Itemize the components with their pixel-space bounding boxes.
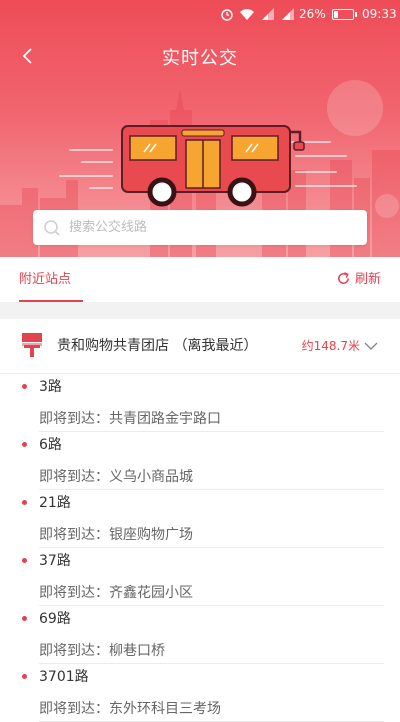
- route-item[interactable]: 6路 即将到达：义乌小商品城: [0, 432, 400, 490]
- arrival-label: 即将到达：: [39, 701, 109, 717]
- search-icon: [44, 220, 60, 236]
- next-stop: 东外环科目三考场: [109, 701, 221, 717]
- next-stop: 齐鑫花园小区: [109, 585, 193, 601]
- arrival-info: 即将到达：柳巷口桥: [39, 640, 165, 660]
- route-number: 3路: [39, 379, 62, 395]
- search-bar[interactable]: [33, 210, 367, 245]
- route-list: 3路 即将到达：共青团路金宇路口 6路 即将到达：义乌小商品城 21路 即将到达…: [0, 374, 400, 722]
- arrival-info: 即将到达：齐鑫花园小区: [39, 582, 193, 602]
- route-number: 6路: [39, 437, 62, 453]
- route-bullet: [22, 616, 27, 621]
- next-stop: 共青团路金宇路口: [109, 411, 221, 427]
- bus-stop-sign-icon: [22, 333, 42, 357]
- station-distance: 约148.7米: [301, 339, 360, 353]
- status-bar: 26% 09:33: [0, 0, 400, 30]
- arrival-label: 即将到达：: [39, 411, 109, 427]
- battery-percent: 26%: [299, 7, 326, 21]
- header-banner: 26% 09:33 实时公交: [0, 0, 400, 257]
- signal-icon: [262, 8, 274, 20]
- route-bullet: [22, 384, 27, 389]
- clock-time: 09:33: [362, 7, 397, 21]
- battery-icon: [332, 9, 357, 20]
- arrival-label: 即将到达：: [39, 527, 109, 543]
- next-stop: 银座购物广场: [109, 527, 193, 543]
- next-stop: 义乌小商品城: [109, 469, 193, 485]
- route-item[interactable]: 69路 即将到达：柳巷口桥: [0, 606, 400, 664]
- arrival-label: 即将到达：: [39, 585, 109, 601]
- arrival-info: 即将到达：义乌小商品城: [39, 466, 193, 486]
- tab-bar: 附近站点 刷新: [0, 257, 400, 302]
- route-bullet: [22, 442, 27, 447]
- route-bullet: [22, 500, 27, 505]
- arrival-info: 即将到达：共青团路金宇路口: [39, 408, 221, 428]
- next-stop: 柳巷口桥: [109, 643, 165, 659]
- page-title: 实时公交: [162, 48, 238, 69]
- arrival-label: 即将到达：: [39, 469, 109, 485]
- route-item[interactable]: 21路 即将到达：银座购物广场: [0, 490, 400, 548]
- route-number: 69路: [39, 611, 71, 627]
- battery-level: [334, 11, 338, 18]
- arrival-info: 即将到达：银座购物广场: [39, 524, 193, 544]
- tab-nearby-stations[interactable]: 附近站点: [19, 257, 71, 302]
- chevron-down-icon[interactable]: [364, 339, 378, 353]
- route-bullet: [22, 674, 27, 679]
- station-name: 贵和购物共青团店 （离我最近）: [57, 338, 258, 354]
- search-input[interactable]: [69, 210, 359, 245]
- signal-icon: [282, 8, 294, 20]
- route-number: 37路: [39, 553, 71, 569]
- station-row[interactable]: 贵和购物共青团店 （离我最近） 约148.7米: [0, 319, 400, 374]
- bus-illustration: [121, 125, 305, 207]
- refresh-icon: [338, 272, 349, 284]
- alarm-icon: [221, 9, 233, 21]
- route-number: 21路: [39, 495, 71, 511]
- arrival-label: 即将到达：: [39, 643, 109, 659]
- route-item[interactable]: 3路 即将到达：共青团路金宇路口: [0, 374, 400, 432]
- route-number: 3701路: [39, 669, 89, 685]
- route-bullet: [22, 558, 27, 563]
- refresh-label: 刷新: [354, 272, 381, 287]
- refresh-button[interactable]: 刷新: [336, 257, 381, 302]
- route-item[interactable]: 3701路 即将到达：东外环科目三考场: [0, 664, 400, 722]
- wifi-icon: [240, 9, 254, 20]
- section-divider: [0, 302, 400, 319]
- arrival-info: 即将到达：东外环科目三考场: [39, 698, 221, 718]
- route-item[interactable]: 37路 即将到达：齐鑫花园小区: [0, 548, 400, 606]
